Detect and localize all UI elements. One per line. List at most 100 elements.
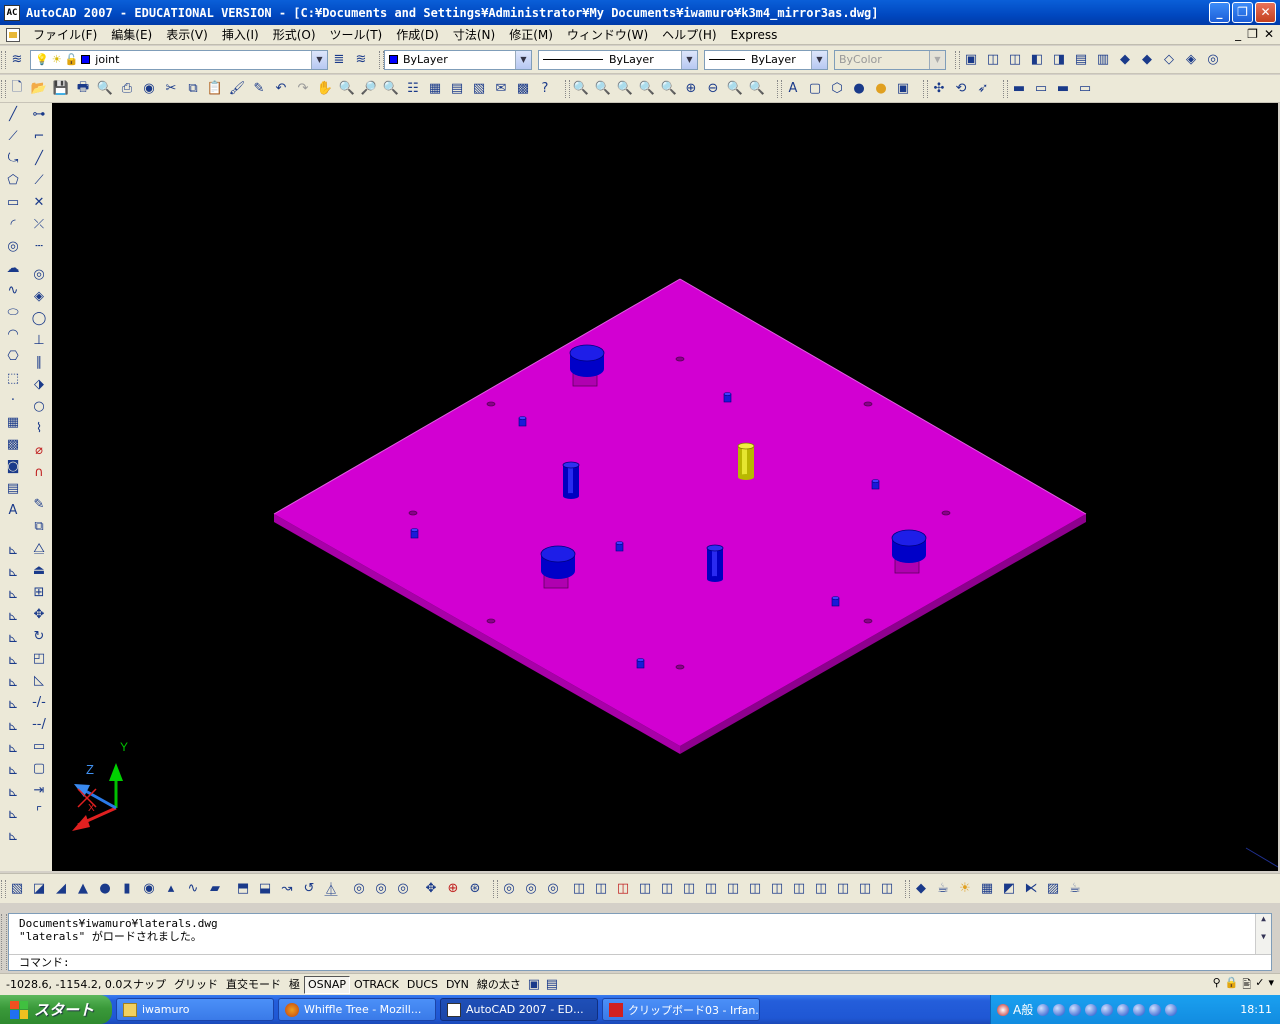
copy-edges-icon[interactable]: ◫ [744,878,766,900]
polygon-icon[interactable]: ⬠ [1,169,25,191]
block-editor-icon[interactable]: ✎ [248,78,270,100]
tool-palettes-icon[interactable]: ▤ [446,78,468,100]
undo-icon[interactable]: ↶ [270,78,292,100]
lineweight-toggle[interactable]: 線の太さ [473,976,525,994]
ucs-object-icon[interactable]: ⊾ [1,627,25,649]
parallel-snap-icon[interactable]: ∥ [27,351,51,373]
check-icon[interactable]: ◫ [876,878,898,900]
copy-object-icon[interactable]: ⧉ [27,515,51,537]
chevron-down-icon[interactable]: ▼ [311,50,327,69]
color-faces-icon[interactable]: ◫ [722,878,744,900]
command-window[interactable]: Documents¥iwamuro¥laterals.dwg "laterals… [1,913,1272,971]
mirror-icon[interactable]: ⧋ [27,537,51,559]
node-snap-icon[interactable]: ○ [27,395,51,417]
ducs-toggle[interactable]: DUCS [403,976,442,994]
menu-draw[interactable]: 作成(D) [389,25,446,45]
tray-app-icon[interactable] [1053,1003,1066,1016]
network-icon[interactable] [1165,1003,1178,1016]
publish-icon[interactable]: ⎙ [116,78,138,100]
menu-format[interactable]: 形式(O) [266,25,323,45]
layer-combo[interactable]: 💡 ☀ 🔓 joint ▼ [30,49,328,70]
3d-orbit-icon[interactable]: ⟲ [950,78,972,100]
zoom-extents-icon[interactable]: 🔍 [746,78,768,100]
table-icon[interactable]: ▤ [1,477,25,499]
minimize-button[interactable]: _ [1209,2,1230,23]
ortho-toggle[interactable]: 直交モード [222,976,285,994]
task-iwamuro[interactable]: iwamuro [116,998,274,1021]
render-region-icon[interactable]: ☕ [1064,878,1086,900]
named-ucs-icon[interactable]: ⊾ [1,825,25,847]
dim-aligned-icon[interactable]: ▭ [1030,78,1052,100]
ucs-z-axis-icon[interactable]: ⊾ [1,693,25,715]
solid-subtract-icon[interactable]: ◎ [520,878,542,900]
torus-icon[interactable]: ◉ [138,878,160,900]
plot-icon[interactable]: 🖶 [72,78,94,100]
tangent-snap-icon[interactable]: ◯ [27,307,51,329]
copy-icon[interactable]: ⧉ [182,78,204,100]
tray-app-icon[interactable] [1085,1003,1098,1016]
ucs-previous-icon[interactable]: ⊾ [1,583,25,605]
cone-icon[interactable]: ▲ [72,878,94,900]
ucs-origin-icon[interactable]: ⊾ [1,671,25,693]
planar-surface-icon[interactable]: ▰ [204,878,226,900]
new-icon[interactable]: 🗋 [6,78,28,100]
rotate-faces-icon[interactable]: ◫ [656,878,678,900]
ucs-view-icon[interactable]: ⊾ [1,649,25,671]
tray-app-icon[interactable] [1037,1003,1050,1016]
rotate-icon[interactable]: ↻ [27,625,51,647]
chevron-down-icon[interactable]: ▼ [811,50,827,69]
zoom-out-icon[interactable]: ⊖ [702,78,724,100]
ray-icon[interactable]: ⟋ [27,169,51,191]
snap-toggle[interactable]: スナップ [118,976,170,994]
zoom-window-icon[interactable]: 🔍 [570,78,592,100]
doc-close-button[interactable]: ✕ [1264,27,1274,41]
open-icon[interactable]: 📂 [28,78,50,100]
extrude-icon[interactable]: ⬒ [232,878,254,900]
help-icon[interactable]: ? [534,78,556,100]
menu-help[interactable]: ヘルプ(H) [655,25,723,45]
ucs-face-icon[interactable]: ⊾ [1,605,25,627]
ucs-z-icon[interactable]: ⊾ [1,781,25,803]
tray-app-icon[interactable] [1101,1003,1114,1016]
camera-icon[interactable]: ◎ [1202,49,1224,71]
design-center-icon[interactable]: ▦ [424,78,446,100]
left-view-icon[interactable]: ◧ [1026,49,1048,71]
ucs-y-icon[interactable]: ⊾ [1,759,25,781]
join-icon[interactable]: ▢ [27,757,51,779]
markup-icon[interactable]: ✉ [490,78,512,100]
advanced-render-icon[interactable]: ▨ [1042,878,1064,900]
ucs-x-icon[interactable]: ⊾ [1,737,25,759]
ellipse-icon[interactable]: ⬭ [1,301,25,323]
realistic-icon[interactable]: ● [848,78,870,100]
sphere-icon[interactable]: ● [94,878,116,900]
menu-file[interactable]: ファイル(F) [26,25,104,45]
ucs-apply-icon[interactable]: ⊾ [1,803,25,825]
autocad-app-icon[interactable]: AC [4,4,20,21]
redo-icon[interactable]: ↷ [292,78,314,100]
box-icon[interactable]: ▢ [804,78,826,100]
dist-icon[interactable]: ⊶ [27,103,51,125]
zoom-scale-icon[interactable]: 🔍 [614,78,636,100]
layer-previous-icon[interactable]: ≋ [350,49,372,71]
subtract-icon[interactable]: ◎ [370,878,392,900]
shell-icon[interactable]: ◫ [854,878,876,900]
cylinder-icon[interactable]: ▮ [116,878,138,900]
no-snap-icon[interactable]: ⌀ [27,439,51,461]
text-style-icon[interactable]: A [782,78,804,100]
zoom-in-icon[interactable]: ⊕ [680,78,702,100]
command-line[interactable]: コマンド: [9,954,1271,970]
loft-icon[interactable]: ⏅ [320,878,342,900]
render-icon[interactable]: ☕ [932,878,954,900]
top-view-icon[interactable]: ◫ [982,49,1004,71]
sheet-set-icon[interactable]: ▧ [468,78,490,100]
visual-styles-icon[interactable]: ▣ [892,78,914,100]
menu-tools[interactable]: ツール(T) [323,25,390,45]
insert-block-icon[interactable]: ⎔ [1,345,25,367]
rectangle-icon[interactable]: ▭ [1,191,25,213]
apparent-intersection-icon[interactable]: ⤫ [27,213,51,235]
osnap-toggle[interactable]: OSNAP [304,975,351,994]
named-views-icon[interactable]: ▣ [960,49,982,71]
make-current-layer-icon[interactable]: ≣ [328,49,350,71]
offset-faces-icon[interactable]: ◫ [612,878,634,900]
revolve-icon[interactable]: ↺ [298,878,320,900]
